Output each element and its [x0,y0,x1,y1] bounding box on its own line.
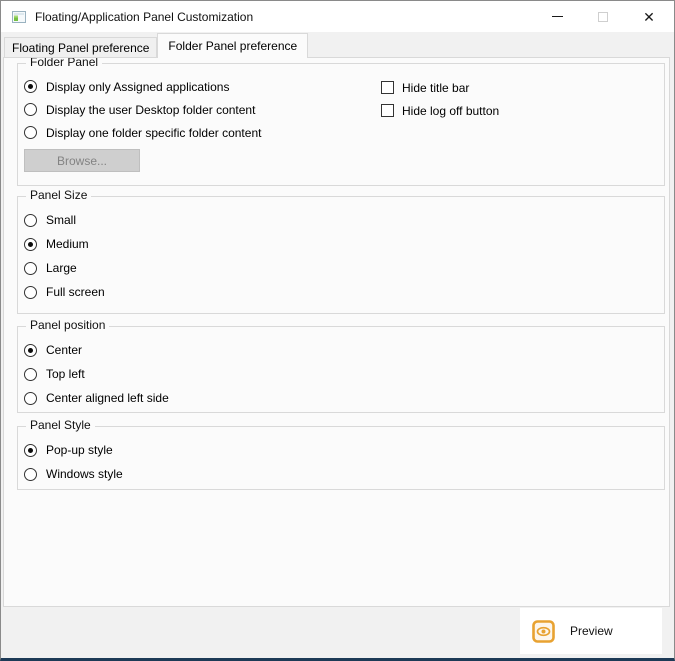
radio-icon [24,214,37,227]
close-icon: ✕ [643,10,655,24]
minimize-icon [552,16,563,17]
maximize-button[interactable] [580,1,626,32]
radio-style-popup[interactable]: Pop-up style [24,438,664,462]
radio-icon [24,103,37,116]
radio-position-center-aligned-left-side[interactable]: Center aligned left side [24,386,664,410]
tab-floating-panel-preference[interactable]: Floating Panel preference [4,37,157,58]
dialog-window: Floating/Application Panel Customization… [0,0,675,661]
radio-icon [24,286,37,299]
radio-display-one-folder-specific-content[interactable]: Display one folder specific folder conte… [24,121,664,144]
radio-size-small[interactable]: Small [24,208,664,232]
radio-icon [24,238,37,251]
radio-icon [24,344,37,357]
radio-size-medium[interactable]: Medium [24,232,664,256]
checkbox-hide-title-bar[interactable]: Hide title bar [381,76,499,99]
radio-display-only-assigned-applications[interactable]: Display only Assigned applications [24,75,664,98]
close-button[interactable]: ✕ [626,1,672,32]
radio-display-user-desktop-folder-content[interactable]: Display the user Desktop folder content [24,98,664,121]
radio-icon [24,468,37,481]
radio-position-top-left[interactable]: Top left [24,362,664,386]
preview-eye-icon [532,620,555,643]
radio-icon [24,444,37,457]
preview-button[interactable]: Preview [520,608,662,654]
group-panel-position: Panel position Center Top left Center al… [17,326,665,413]
radio-position-center[interactable]: Center [24,338,664,362]
tab-folder-panel-preference[interactable]: Folder Panel preference [157,33,308,58]
group-title: Panel position [26,318,109,332]
maximize-icon [598,12,608,22]
window-controls: ✕ [534,1,672,32]
tab-label: Floating Panel preference [12,41,149,55]
radio-icon [24,392,37,405]
browse-button[interactable]: Browse... [24,149,140,172]
group-panel-style: Panel Style Pop-up style Windows style [17,426,665,490]
group-folder-panel: Folder Panel Display only Assigned appli… [17,63,665,186]
tab-label: Folder Panel preference [168,39,297,53]
panel-app-icon [11,9,27,25]
group-title: Panel Size [26,188,91,202]
hide-options-column: Hide title bar Hide log off button [381,76,499,122]
minimize-button[interactable] [534,1,580,32]
checkbox-icon [381,104,394,117]
radio-icon [24,126,37,139]
radio-size-full-screen[interactable]: Full screen [24,280,664,304]
radio-icon [24,80,37,93]
title-bar[interactable]: Floating/Application Panel Customization… [1,1,674,32]
preview-label: Preview [570,624,613,638]
tab-strip: Floating Panel preference Folder Panel p… [4,32,308,58]
folder-panel-preference-page: Folder Panel Display only Assigned appli… [3,57,670,607]
radio-icon [24,262,37,275]
radio-icon [24,368,37,381]
group-panel-size: Panel Size Small Medium Large Full scree… [17,196,665,314]
radio-style-windows[interactable]: Windows style [24,462,664,486]
checkbox-hide-log-off-button[interactable]: Hide log off button [381,99,499,122]
group-title: Panel Style [26,418,95,432]
checkbox-icon [381,81,394,94]
window-title: Floating/Application Panel Customization [35,10,253,24]
radio-size-large[interactable]: Large [24,256,664,280]
